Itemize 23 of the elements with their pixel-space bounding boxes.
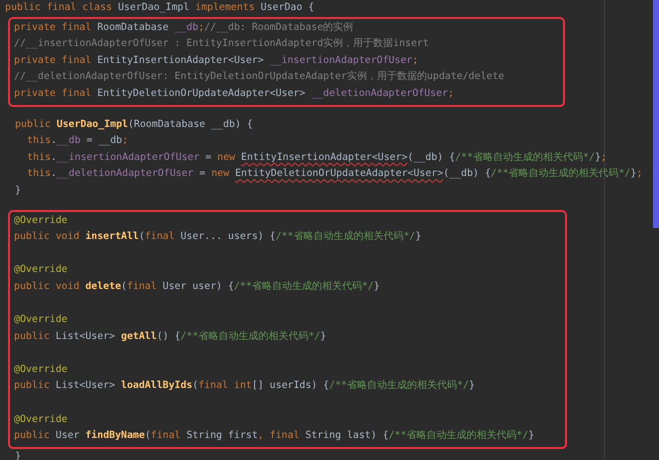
code-line: public List<User> loadAllByIds(final int[] userIds) {/**省略自动生成的相关代码*/} (14, 378, 476, 394)
code-line: public void delete(final User user) {/**省略自动生成的相关代码*/} (14, 280, 381, 294)
scrollbar-thumb[interactable] (653, 0, 659, 228)
code-line: private final EntityInsertionAdapter<User> __insertionAdapterOfUser; (14, 54, 420, 68)
code-line: @Override (14, 412, 69, 427)
code-line: public final class UserDao_Impl implements UserDao { (5, 1, 314, 15)
code-line: this.__insertionAdapterOfUser = new EntityInsertionAdapter<User>(__db) {/**省略自动生成的相关代码*/}; (27, 150, 608, 165)
code-line: private final EntityDeletionOrUpdateAdapter<User> __deletionAdapterOfUser; (14, 86, 455, 101)
code-line: } (15, 184, 22, 198)
code-line: @Override (14, 263, 69, 278)
code-line: //__insertionAdapterOfUser : EntityInsertionAdapterd实例，用于数据insert (14, 36, 430, 52)
code-line: this.__deletionAdapterOfUser = new EntityDeletionOrUpdateAdapter<User>(__db) {/**省略自动生成的相关代码*/}; (27, 166, 642, 182)
code-line: } (15, 450, 21, 460)
code-line: public void insertAll(final User... users) {/**省略自动生成的相关代码*/} (14, 230, 422, 244)
code-line: public List<User> getAll() {/**省略自动生成的相关代码*/} (14, 330, 328, 344)
code-line: private final RoomDatabase __db;//__db: RoomDatabase的实例 (14, 20, 354, 35)
code-line: public UserDao_Impl(RoomDatabase __db) { (15, 118, 254, 132)
code-line: public User findByName(final String first, final String last) {/**省略自动生成的相关代码*/} (14, 428, 536, 444)
code-line: @Override (14, 214, 69, 228)
code-line: @Override (14, 362, 69, 377)
code-line: //__deletionAdapterOfUser: EntityDeletionOrUpdateAdapter实例，用于数据的update/delete (14, 70, 506, 84)
code-line: this.__db = __db; (27, 134, 130, 148)
code-line: @Override (14, 313, 69, 328)
